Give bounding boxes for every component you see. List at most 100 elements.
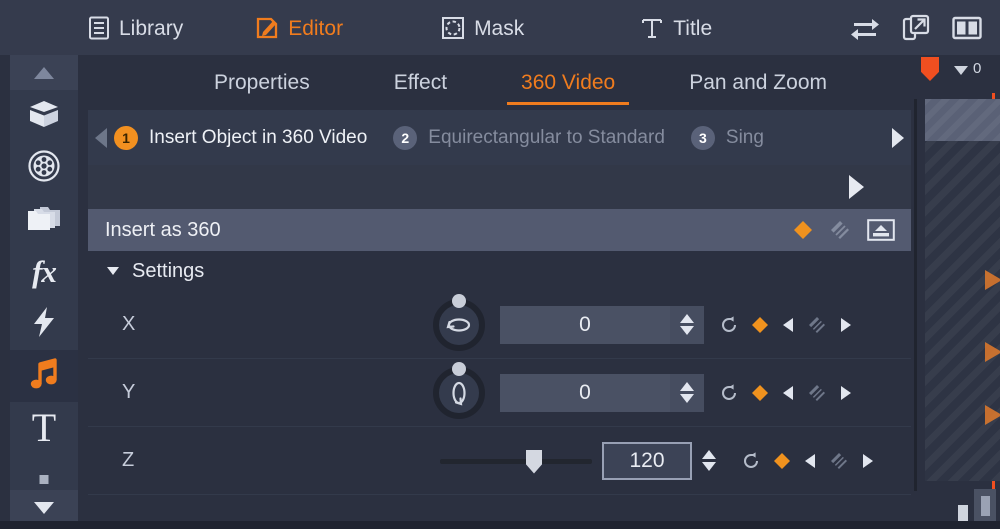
preview-play-bar [88,165,911,209]
step-prev-button[interactable] [88,110,114,165]
insert-as-360-row[interactable]: Insert as 360 [88,209,911,251]
topbar-item-title[interactable]: Title [636,0,716,55]
timeline-track-selected[interactable] [925,99,1000,141]
tab-properties-label: Properties [214,70,310,94]
prev-keyframe-icon[interactable] [804,453,816,469]
param-label-y: Y [122,381,136,403]
topbar-item-library[interactable]: Library [84,0,187,55]
reset-icon[interactable] [720,315,738,334]
step-next-button[interactable] [885,110,911,165]
add-keyframe-diamond-icon[interactable] [793,220,813,240]
popout-window-icon[interactable] [902,14,930,42]
remove-keyframe-icon[interactable] [807,315,827,335]
next-keyframe-icon[interactable] [840,385,852,401]
add-keyframe-diamond-icon[interactable] [751,316,769,334]
timeline-ruler[interactable]: 0 [911,55,1000,99]
step-3-label: Sing [725,126,764,148]
topbar-label-title: Title [673,17,713,40]
param-row-y: Y 0 [88,359,911,427]
scrollbar-grip-icon[interactable] [974,489,996,523]
add-keyframe-diamond-icon[interactable] [773,452,791,470]
play-icon[interactable] [846,174,866,200]
z-slider-handle[interactable] [526,449,542,474]
rotate-horizontal-dial[interactable] [428,293,490,356]
editor-pencil-icon [255,16,279,40]
sidebar-item-transitions[interactable] [10,298,78,350]
topbar-label-mask: Mask [474,17,525,40]
bottom-edge-bar [0,521,1000,529]
swap-arrows-icon[interactable] [850,15,880,41]
dial-handle[interactable] [452,293,466,308]
remove-keyframe-icon[interactable] [829,451,849,471]
app-window: Library Editor Mask Title fx T Propertie… [0,0,1000,529]
prev-keyframe-icon[interactable] [782,317,794,333]
step-item-1[interactable]: 1 Insert Object in 360 Video [114,125,367,150]
tab-pan-and-zoom-label: Pan and Zoom [689,70,827,94]
settings-title: Settings [132,259,205,282]
sidebar-item-title-text[interactable]: T [10,402,78,454]
sidebar-item-folders[interactable] [10,194,78,246]
sidebar-scroll-up-button[interactable] [10,55,78,90]
timeline-scroll-end-marker[interactable] [958,505,968,521]
sidebar-more-indicator [39,475,49,484]
sidebar-scroll-down-button[interactable] [10,490,78,525]
add-keyframe-diamond-icon[interactable] [751,384,769,402]
z-slider[interactable] [440,441,592,481]
tab-properties[interactable]: Properties [186,55,338,110]
music-note-icon [29,357,59,395]
settings-header[interactable]: Settings [88,251,911,291]
timeline-track-area[interactable] [925,141,1000,481]
timeline-dropdown-caret-icon[interactable] [953,63,969,81]
topbar-label-library: Library [119,17,184,40]
tab-effect[interactable]: Effect [366,55,475,110]
sidebar-item-media[interactable] [10,90,78,142]
param-x-controls: 0 [428,293,852,356]
mask-circle-icon [441,16,465,40]
sidebar-item-fx[interactable]: fx [10,246,78,298]
topbar-item-editor[interactable]: Editor [251,0,347,55]
next-keyframe-icon[interactable] [862,453,874,469]
x-stepper[interactable] [670,305,704,344]
timeline-marker-icon[interactable] [921,57,939,81]
top-menu-bar: Library Editor Mask Title [0,0,1000,55]
param-label-z: Z [122,449,135,471]
z-keyframe-controls [742,451,874,471]
z-slider-track [440,458,592,464]
topbar-label-editor: Editor [288,17,344,40]
tab-360-video[interactable]: 360 Video [493,55,643,110]
playhead-icon[interactable] [978,75,1000,93]
step-list: 1 Insert Object in 360 Video 2 Equirecta… [114,125,885,150]
remove-keyframe-icon[interactable] [829,219,851,241]
insert-row-icons [793,219,895,241]
split-view-icon[interactable] [952,16,982,40]
remove-keyframe-icon[interactable] [807,383,827,403]
reset-icon[interactable] [720,383,738,402]
sidebar-item-music[interactable] [10,350,78,402]
tab-360-video-label: 360 Video [521,70,616,94]
step-item-2[interactable]: 2 Equirectangular to Standard [393,125,665,150]
rotate-vertical-dial[interactable] [428,361,490,424]
z-stepper[interactable] [692,442,726,480]
topbar-item-mask[interactable]: Mask [437,0,528,55]
prev-keyframe-icon[interactable] [782,385,794,401]
x-value-input[interactable]: 0 [500,305,670,344]
left-sidebar: fx T [0,55,88,529]
fx-icon: fx [32,254,57,289]
z-value-input[interactable]: 120 [602,441,692,480]
next-keyframe-icon[interactable] [840,317,852,333]
dial-handle[interactable] [452,361,466,376]
title-text-icon: T [31,405,57,450]
topbar-right-buttons [850,14,1000,42]
title-T-icon [640,16,664,40]
scrollbar-grip-bar [980,496,990,516]
y-keyframe-controls [720,383,852,403]
reset-icon[interactable] [742,451,760,470]
sidebar-item-film[interactable] [10,142,78,194]
tab-pan-and-zoom[interactable]: Pan and Zoom [661,55,855,110]
panel-tabs: Properties Effect 360 Video Pan and Zoom [88,55,911,110]
y-value-input[interactable]: 0 [500,373,670,412]
step-item-3[interactable]: 3 Sing [690,125,764,150]
y-stepper[interactable] [670,373,704,412]
collapse-track-icon[interactable] [867,219,895,241]
param-z-controls: 120 [428,441,874,481]
